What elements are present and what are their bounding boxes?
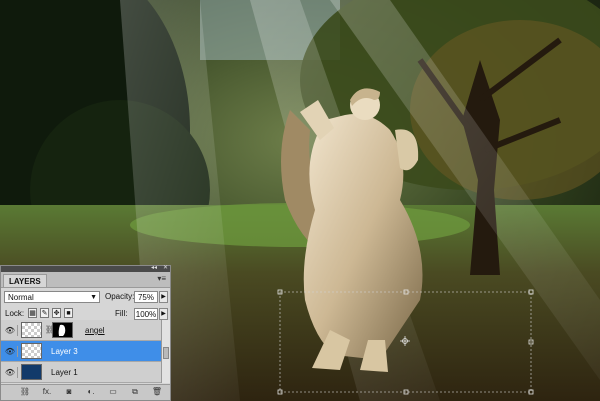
chevron-down-icon: ▼ [90,294,97,301]
visibility-eye-icon[interactable]: 👁 [3,325,18,336]
fx-icon[interactable]: fx. [41,387,53,397]
panel-tab-bar: LAYERS ▾≡ [1,272,170,288]
layer-name[interactable]: Layer 1 [51,368,78,377]
layer-mask-thumbnail[interactable] [52,322,73,338]
close-panel-icon[interactable]: ✕ [163,265,168,272]
scrollbar-thumb[interactable] [163,347,169,359]
tab-layers[interactable]: LAYERS [3,274,47,287]
collapse-panel-icon[interactable]: ◂◂ [151,265,157,272]
mask-icon[interactable]: ◙ [63,387,75,397]
layer-name[interactable]: angel [85,326,105,335]
lock-image-pixels-icon[interactable]: ✎ [40,308,49,318]
opacity-input[interactable]: 75% [134,291,158,303]
lock-transparent-pixels-icon[interactable]: ▦ [28,308,37,318]
fill-input[interactable]: 100% [134,308,158,320]
layers-panel: ◂◂ ✕ LAYERS ▾≡ Normal ▼ Opacity: 75% ▶ L… [0,265,171,401]
panel-footer: ⛓ fx. ◙ ◐. ▭ ⧉ 🗑 [1,384,170,400]
layer-row-layer-1[interactable]: 👁 Layer 1 [1,362,161,383]
opacity-slider-arrow-icon[interactable]: ▶ [159,291,168,303]
fill-slider-arrow-icon[interactable]: ▶ [159,308,168,320]
blend-mode-value: Normal [8,293,34,302]
layer-thumbnail [21,322,42,338]
lock-all-icon[interactable]: ■ [64,308,73,318]
layer-list: 👁 ⛓ angel 👁 Layer 3 👁 Layer 1 [1,320,161,383]
layer-row-angel[interactable]: 👁 ⛓ angel [1,320,161,341]
lock-position-icon[interactable]: ✥ [52,308,61,318]
folder-icon[interactable]: ▭ [107,387,119,397]
layer-row-layer-3[interactable]: 👁 Layer 3 [1,341,161,362]
visibility-eye-icon[interactable]: 👁 [3,367,18,378]
visibility-eye-icon[interactable]: 👁 [3,346,18,357]
lock-label: Lock: [5,309,25,318]
link-icon[interactable]: ⛓ [19,387,31,397]
new-layer-icon[interactable]: ⧉ [129,387,141,397]
opacity-label: Opacity: [105,292,135,301]
layer-thumbnail [21,364,42,380]
blend-opacity-row: Normal ▼ Opacity: 75% ▶ [1,288,170,305]
layer-name[interactable]: Layer 3 [51,347,78,356]
fill-label: Fill: [115,309,128,318]
trash-icon[interactable]: 🗑 [151,387,163,397]
blend-mode-select[interactable]: Normal ▼ [4,291,100,303]
adjustment-icon[interactable]: ◐. [85,387,97,397]
layer-list-scrollbar[interactable] [161,320,170,383]
panel-menu-icon[interactable]: ▾≡ [157,274,166,283]
layer-thumbnail [21,343,42,359]
